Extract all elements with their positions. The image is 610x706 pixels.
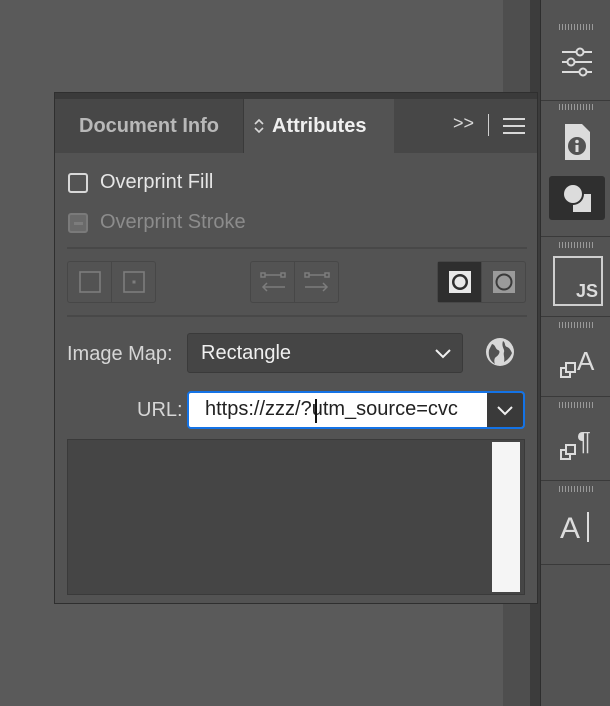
browser-globe-icon[interactable] xyxy=(484,336,516,373)
overprint-stroke-label: Overprint Stroke xyxy=(100,211,246,233)
url-label: URL: xyxy=(137,399,183,421)
properties-sliders-icon[interactable] xyxy=(549,40,605,84)
image-map-dropdown[interactable]: Rectangle xyxy=(187,333,463,373)
nonzero-winding-fill-icon[interactable] xyxy=(438,262,481,302)
forward-output-order-icon[interactable] xyxy=(294,262,338,302)
dont-show-center-group xyxy=(67,261,156,303)
dock-group-para-styles: ¶ xyxy=(541,396,610,481)
dock-group-scripts: JS xyxy=(541,236,610,317)
reverse-output-order-icon[interactable] xyxy=(251,262,294,302)
text-cursor xyxy=(315,399,317,423)
fill-rule-group xyxy=(437,261,526,303)
dock-group-properties xyxy=(541,0,610,101)
section-divider xyxy=(67,315,527,317)
character-style-icon[interactable]: A xyxy=(549,340,605,384)
drag-grip-icon[interactable] xyxy=(559,24,593,30)
hamburger-menu-icon[interactable] xyxy=(503,118,525,139)
drag-grip-icon[interactable] xyxy=(559,104,593,110)
checkbox-box-mixed xyxy=(68,212,88,233)
image-map-label: Image Map: xyxy=(67,343,173,365)
url-combobox[interactable]: https://zzz/?utm_source=cvc xyxy=(187,391,525,429)
drag-grip-icon[interactable] xyxy=(559,242,593,248)
tab-document-info[interactable]: Document Info xyxy=(55,99,244,153)
chevron-down-icon xyxy=(434,343,452,369)
drag-grip-icon[interactable] xyxy=(559,402,593,408)
right-dock: JS A ¶ A xyxy=(540,0,610,706)
drag-grip-icon[interactable] xyxy=(559,486,593,492)
javascript-icon[interactable]: JS xyxy=(553,256,603,306)
document-info-icon[interactable] xyxy=(549,120,605,164)
chevron-down-icon xyxy=(497,406,513,416)
dock-group-char-styles: A xyxy=(541,316,610,397)
notes-textarea[interactable] xyxy=(67,439,525,595)
overprint-fill-checkbox[interactable]: Overprint Fill xyxy=(68,171,213,194)
url-input[interactable]: https://zzz/?utm_source=cvc xyxy=(205,398,487,421)
section-divider xyxy=(67,247,527,249)
image-map-value: Rectangle xyxy=(201,341,292,364)
tab-label: Document Info xyxy=(79,114,219,137)
dock-group-type: A xyxy=(541,480,610,565)
dont-show-center-icon[interactable] xyxy=(68,262,111,302)
output-order-group xyxy=(250,261,339,303)
show-center-icon[interactable] xyxy=(111,262,155,302)
panel-tab-bar: Document Info Attributes >> xyxy=(55,93,537,153)
drag-grip-icon[interactable] xyxy=(559,322,593,328)
even-odd-fill-icon[interactable] xyxy=(481,262,525,302)
tab-resize-arrows-icon[interactable] xyxy=(254,118,264,134)
dock-group-document xyxy=(541,100,610,237)
collapse-panel-button[interactable]: >> xyxy=(453,113,474,134)
paragraph-style-icon[interactable]: ¶ xyxy=(549,420,605,464)
svg-text:A: A xyxy=(560,512,580,545)
overprint-stroke-checkbox: Overprint Stroke xyxy=(68,211,246,234)
type-cursor-icon[interactable]: A xyxy=(549,504,605,548)
url-history-button[interactable] xyxy=(487,393,523,427)
checkbox-box[interactable] xyxy=(68,172,88,193)
tab-label: Attributes xyxy=(272,114,367,137)
control-divider xyxy=(488,114,489,136)
overprint-fill-label: Overprint Fill xyxy=(100,171,214,193)
attributes-icon[interactable] xyxy=(549,176,605,220)
attributes-panel: Document Info Attributes >> Overprint Fi… xyxy=(54,92,538,604)
svg-text:A: A xyxy=(577,346,595,376)
tab-attributes[interactable]: Attributes xyxy=(244,99,394,153)
textarea-scrollbar[interactable] xyxy=(492,442,520,592)
svg-text:¶: ¶ xyxy=(577,426,591,456)
